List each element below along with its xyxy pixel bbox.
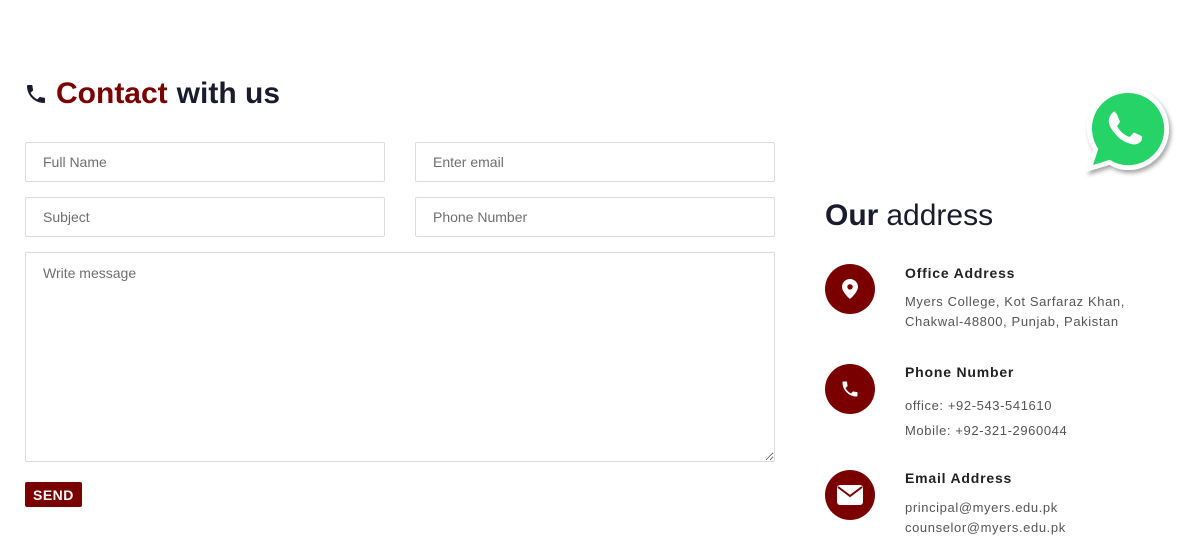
full-name-input[interactable] <box>25 142 385 182</box>
envelope-icon <box>825 470 875 520</box>
phone-mobile-line: Mobile: +92-321-2960044 <box>905 423 1068 438</box>
phone-number-text: Phone Number office: +92-543-541610 Mobi… <box>905 364 1195 443</box>
phone-icon <box>825 364 875 414</box>
whatsapp-icon[interactable] <box>1082 84 1176 178</box>
address-title-rest: address <box>886 199 994 232</box>
address-heading: Our address <box>825 199 993 233</box>
office-address-line: Myers College, Kot Sarfaraz Khan, <box>905 294 1125 309</box>
phone-icon <box>27 85 45 103</box>
contact-title-rest: with us <box>176 77 281 110</box>
contact-page: Contact with us SEND Ouraddress Office A… <box>0 0 1199 555</box>
map-pin-icon <box>825 264 875 314</box>
email-address-text: Email Address principal@myers.edu.pk cou… <box>905 470 1195 538</box>
send-button[interactable]: SEND <box>25 482 82 507</box>
address-title-strong: Our <box>825 199 879 232</box>
email-address-heading: Email Address <box>905 470 1013 486</box>
email-input[interactable] <box>415 142 775 182</box>
message-textarea[interactable] <box>25 252 775 462</box>
office-address-line: Chakwal-48800, Punjab, Pakistan <box>905 314 1119 329</box>
email-counselor-link[interactable]: counselor@myers.edu.pk <box>905 518 1195 538</box>
phone-office-line: office: +92-543-541610 <box>905 398 1053 413</box>
contact-title-accent: Contact <box>56 77 168 110</box>
subject-input[interactable] <box>25 197 385 237</box>
email-principal-link[interactable]: principal@myers.edu.pk <box>905 498 1195 518</box>
contact-heading: Contact with us <box>24 77 280 111</box>
office-address-text: Office Address Myers College, Kot Sarfar… <box>905 264 1195 332</box>
phone-number-input[interactable] <box>415 197 775 237</box>
phone-number-heading: Phone Number <box>905 364 1015 380</box>
office-address-heading: Office Address <box>905 265 1016 281</box>
